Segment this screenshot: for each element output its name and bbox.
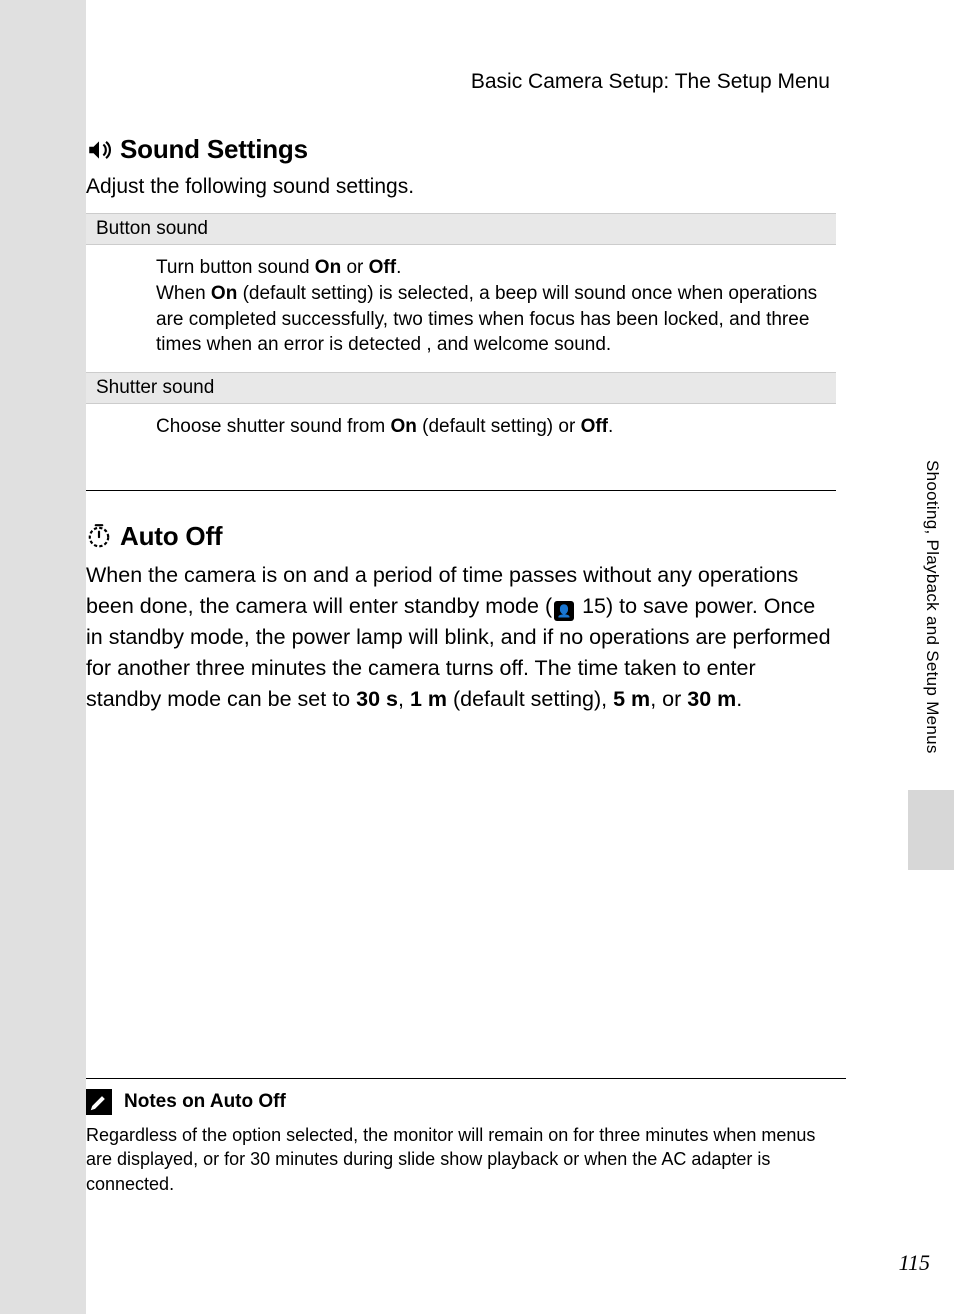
text: (default setting), [447,687,613,711]
opt-5m: 5 m [613,687,650,711]
shutter-sound-row-header: Shutter sound [86,372,836,404]
pencil-icon [86,1089,112,1115]
text: (default setting) or [417,416,581,437]
notes-title: Notes on Auto Off [124,1091,286,1113]
notes-body: Regardless of the option selected, the m… [86,1123,846,1196]
opt-1m: 1 m [410,687,447,711]
side-tab-marker [908,790,954,870]
page-ref-icon: 👤 [554,601,574,621]
divider [86,490,836,491]
timer-icon [86,523,112,549]
text: or [341,257,368,278]
auto-off-title: Auto Off [120,521,222,552]
sound-settings-intro: Adjust the following sound settings. [86,173,836,201]
opt-30m: 30 m [687,687,736,711]
bold-on: On [211,283,237,304]
text: , [398,687,410,711]
speaker-icon [86,137,112,163]
button-sound-row-header: Button sound [86,213,836,245]
button-sound-row-body: Turn button sound On or Off. When On (de… [86,245,836,372]
side-label: Shooting, Playback and Setup Menus [922,460,942,754]
page-number: 115 [899,1250,930,1276]
bold-off: Off [581,416,608,437]
text: When [156,283,211,304]
sound-settings-heading: Sound Settings [86,134,836,165]
notes-divider [86,1078,846,1079]
text: . [736,687,742,711]
text: Turn button sound [156,257,315,278]
opt-30s: 30 s [356,687,398,711]
breadcrumb: Basic Camera Setup: The Setup Menu [86,70,836,94]
page-ref-number: 15 [582,594,606,618]
text: . [608,416,613,437]
text: , or [650,687,687,711]
text: . [396,257,401,278]
bold-on: On [315,257,341,278]
bold-off: Off [369,257,396,278]
shutter-sound-row-body: Choose shutter sound from On (default se… [86,404,836,454]
side-tab: Shooting, Playback and Setup Menus [908,460,954,870]
text: Choose shutter sound from [156,416,390,437]
bold-on: On [390,416,416,437]
notes-block: Notes on Auto Off Regardless of the opti… [86,1078,846,1196]
auto-off-heading: Auto Off [86,521,836,552]
auto-off-body: When the camera is on and a period of ti… [86,560,836,716]
sound-settings-title: Sound Settings [120,134,308,165]
text: (default setting) is selected, a beep wi… [156,283,817,355]
